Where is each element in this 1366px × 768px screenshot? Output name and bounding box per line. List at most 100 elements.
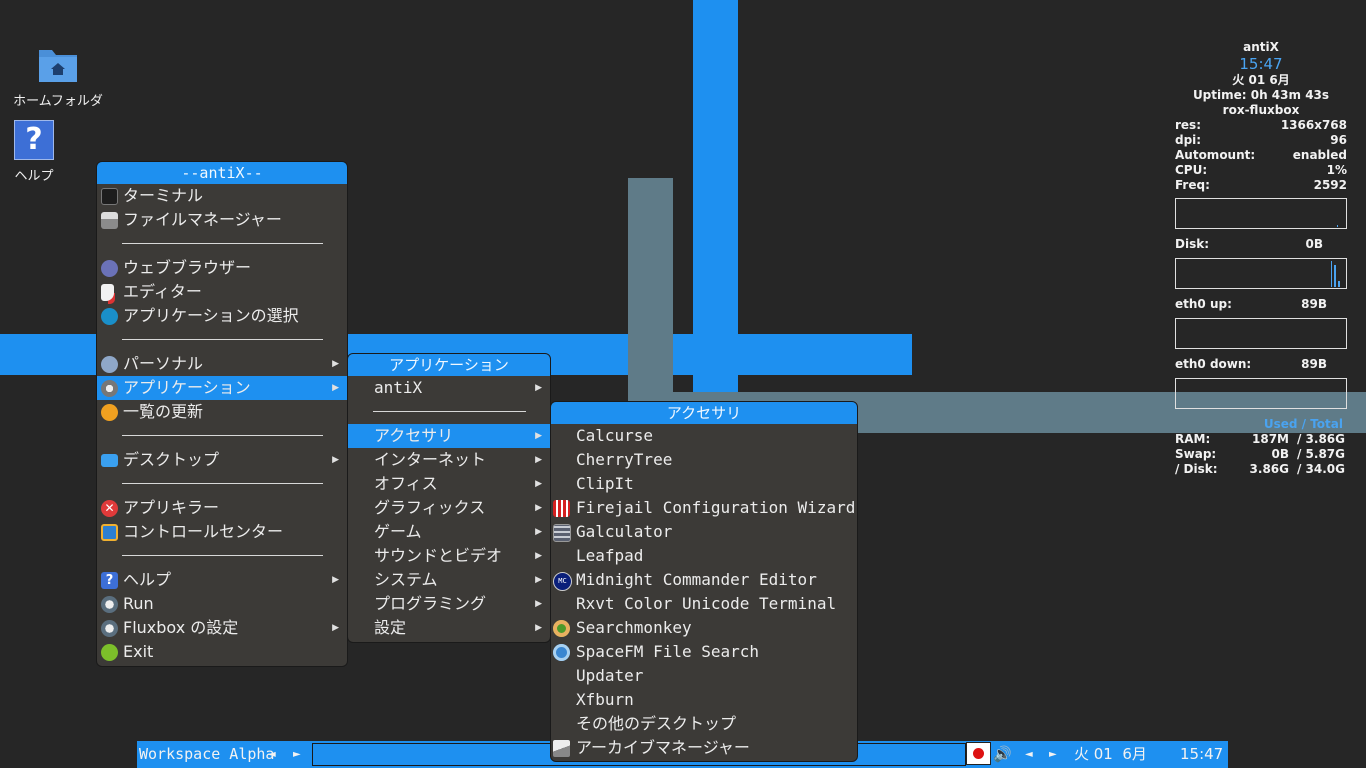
applications-submenu: アプリケーション antiX ▶ アクセサリ ▶ インターネット ▶ オフィス ▶ グラ… <box>347 353 551 643</box>
menu-item-run[interactable]: Run <box>97 592 347 616</box>
conky-root-disk: / Disk: 3.86G/ 34.0G <box>1175 462 1345 476</box>
japan-flag-icon[interactable] <box>966 742 991 765</box>
mc-icon: MC <box>553 572 572 591</box>
desktop-icon-home-folder[interactable]: ホームフォルダ <box>5 44 111 109</box>
app-item-mc-editor[interactable]: MC Midnight Commander Editor <box>551 568 857 592</box>
menu-item-desktop[interactable]: デスクトップ ▶ <box>97 448 347 472</box>
conky-swap: Swap: 0B/ 5.87G <box>1175 447 1345 461</box>
applications-submenu-title: アプリケーション <box>348 354 550 376</box>
menu-item-editor[interactable]: エディター <box>97 280 347 304</box>
conky-time: 15:47 <box>1239 55 1283 73</box>
searchmonkey-icon <box>553 620 570 637</box>
menu-item-refresh[interactable]: 一覧の更新 <box>97 400 347 424</box>
conky-wm: rox-fluxbox <box>1222 103 1300 117</box>
submenu-arrow-icon: ▶ <box>535 455 542 465</box>
conky-used-total: Used / Total <box>1263 417 1343 431</box>
conky-stat-automount: Automount: enabled <box>1175 148 1347 162</box>
app-item-leafpad[interactable]: Leafpad <box>551 544 857 568</box>
conky-stat-res: res: 1366x768 <box>1175 118 1347 132</box>
submenu-item-graphics[interactable]: グラフィックス ▶ <box>348 496 550 520</box>
menu-item-fluxbox-settings[interactable]: Fluxbox の設定 ▶ <box>97 616 347 640</box>
home-folder-label: ホームフォルダ <box>13 94 103 109</box>
editor-icon <box>101 284 114 301</box>
firejail-icon <box>553 500 570 517</box>
submenu-item-settings[interactable]: 設定 ▶ <box>348 616 550 640</box>
app-item-spacefm-search[interactable]: SpaceFM File Search <box>551 640 857 664</box>
spacefm-search-icon <box>553 644 570 661</box>
app-item-archive-manager[interactable]: アーカイブマネージャー <box>551 736 857 760</box>
submenu-arrow-icon: ▶ <box>535 599 542 609</box>
app-item-xfburn[interactable]: Xfburn <box>551 688 857 712</box>
submenu-arrow-icon: ▶ <box>332 455 339 465</box>
refresh-icon <box>101 404 118 421</box>
conky-eth-down: eth0 down: 89B <box>1175 357 1327 371</box>
submenu-arrow-icon: ▶ <box>535 383 542 393</box>
menu-item-help[interactable]: ? ヘルプ ▶ <box>97 568 347 592</box>
accessories-submenu: アクセサリ Calcurse CherryTree ClipIt Firejai… <box>550 401 858 762</box>
desktop-icon-help[interactable]: ? ヘルプ <box>2 120 66 184</box>
menu-item-web-browser[interactable]: ウェブブラウザー <box>97 256 347 280</box>
app-item-rxvt[interactable]: Rxvt Color Unicode Terminal <box>551 592 857 616</box>
help-icon: ? <box>14 120 54 160</box>
conky-monitor: antiX 15:47 火 01 6月 Uptime: 0h 43m 43s r… <box>1175 40 1347 477</box>
submenu-item-antix[interactable]: antiX ▶ <box>348 376 550 400</box>
conky-disk: Disk: 0B <box>1175 237 1323 251</box>
submenu-arrow-icon: ▶ <box>332 575 339 585</box>
submenu-arrow-icon: ▶ <box>535 575 542 585</box>
home-folder-icon <box>39 50 77 82</box>
app-item-updater[interactable]: Updater <box>551 664 857 688</box>
menu-separator <box>348 400 550 424</box>
accessories-submenu-title: アクセサリ <box>551 402 857 424</box>
submenu-item-games[interactable]: ゲーム ▶ <box>348 520 550 544</box>
submenu-arrow-icon: ▶ <box>535 527 542 537</box>
menu-separator <box>97 328 347 352</box>
personal-icon <box>101 356 118 373</box>
workspace-next-button[interactable]: ► <box>293 741 301 768</box>
conky-uptime: Uptime: 0h 43m 43s <box>1192 88 1330 102</box>
submenu-item-system[interactable]: システム ▶ <box>348 568 550 592</box>
workspace-prev-button[interactable]: ◄ <box>268 741 276 768</box>
taskbar-prev-button[interactable]: ◄ <box>1025 741 1033 768</box>
conky-date: 火 01 6月 <box>1232 73 1290 87</box>
run-icon <box>101 596 118 613</box>
taskbar-next-button[interactable]: ► <box>1049 741 1057 768</box>
volume-icon[interactable]: 🔊 <box>993 741 1012 768</box>
app-item-firejail[interactable]: Firejail Configuration Wizard <box>551 496 857 520</box>
menu-item-app-killer[interactable]: ✕ アプリキラー <box>97 496 347 520</box>
menu-separator <box>97 232 347 256</box>
menu-item-personal[interactable]: パーソナル ▶ <box>97 352 347 376</box>
web-browser-icon <box>101 260 118 277</box>
menu-separator <box>97 472 347 496</box>
submenu-item-programming[interactable]: プログラミング ▶ <box>348 592 550 616</box>
eth-down-graph <box>1175 378 1347 409</box>
submenu-item-sound-video[interactable]: サウンドとビデオ ▶ <box>348 544 550 568</box>
app-item-searchmonkey[interactable]: Searchmonkey <box>551 616 857 640</box>
submenu-item-office[interactable]: オフィス ▶ <box>348 472 550 496</box>
submenu-item-internet[interactable]: インターネット ▶ <box>348 448 550 472</box>
taskbar-date: 火 01 6月 <box>1074 745 1147 763</box>
menu-item-applications[interactable]: アプリケーション ▶ <box>97 376 347 400</box>
disk-graph <box>1175 258 1347 289</box>
submenu-arrow-icon: ▶ <box>535 623 542 633</box>
taskbar-time: 15:47 <box>1180 745 1224 763</box>
submenu-arrow-icon: ▶ <box>332 623 339 633</box>
conky-stat-freq: Freq: 2592 <box>1175 178 1347 192</box>
conky-ram: RAM: 187M/ 3.86G <box>1175 432 1345 446</box>
menu-item-terminal[interactable]: ターミナル <box>97 184 347 208</box>
app-item-other-desktops[interactable]: その他のデスクトップ <box>551 712 857 736</box>
submenu-arrow-icon: ▶ <box>535 479 542 489</box>
app-item-galculator[interactable]: Galculator <box>551 520 857 544</box>
submenu-arrow-icon: ▶ <box>332 359 339 369</box>
conky-stat-cpu: CPU: 1% <box>1175 163 1347 177</box>
menu-item-app-select[interactable]: アプリケーションの選択 <box>97 304 347 328</box>
menu-item-file-manager[interactable]: ファイルマネージャー <box>97 208 347 232</box>
submenu-item-accessories[interactable]: アクセサリ ▶ <box>348 424 550 448</box>
menu-item-control-center[interactable]: コントロールセンター <box>97 520 347 544</box>
app-item-clipit[interactable]: ClipIt <box>551 472 857 496</box>
app-item-cherrytree[interactable]: CherryTree <box>551 448 857 472</box>
menu-item-exit[interactable]: Exit <box>97 640 347 664</box>
app-item-calcurse[interactable]: Calcurse <box>551 424 857 448</box>
wallpaper-stripe <box>628 178 673 433</box>
workspace-name[interactable]: Workspace Alpha <box>139 741 274 768</box>
conky-stat-dpi: dpi: 96 <box>1175 133 1347 147</box>
